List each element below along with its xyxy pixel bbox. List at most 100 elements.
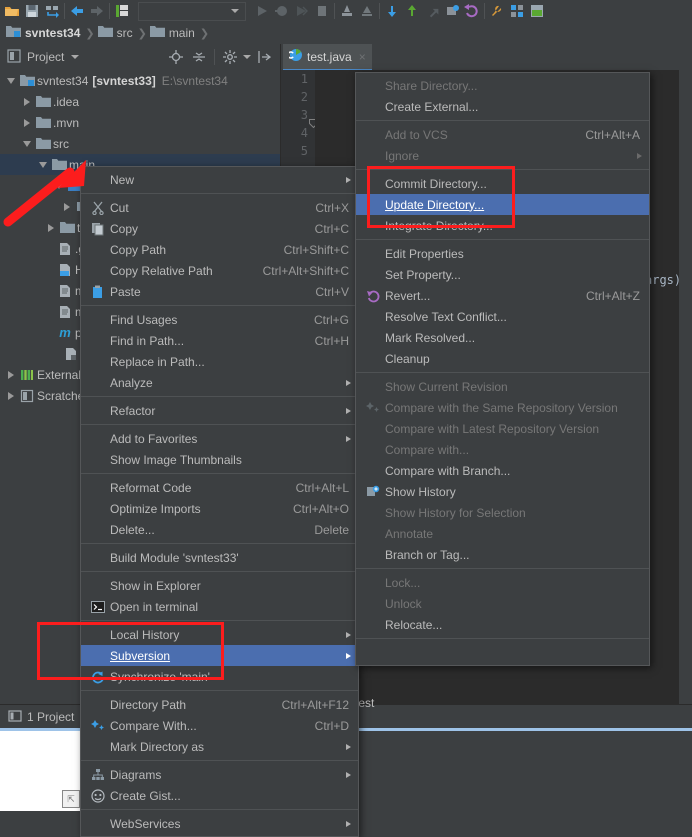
menu-icon-placeholder xyxy=(89,353,107,371)
menu-label: Refactor xyxy=(110,403,156,418)
menu-label: Compare With... xyxy=(110,718,197,733)
menu-item-synchronize-main[interactable]: Synchronize 'main' xyxy=(81,666,358,687)
subversion-submenu[interactable]: Share Directory... Create External... Ad… xyxy=(355,72,650,666)
submenu-item-relocate[interactable]: Relocate... xyxy=(356,614,649,635)
sync-icon[interactable] xyxy=(42,1,62,21)
menu-label: Add to Favorites xyxy=(110,431,198,446)
submenu-item-integrate-directory[interactable]: Integrate Directory... xyxy=(356,215,649,236)
vcs-revert-icon[interactable] xyxy=(462,1,482,21)
menu-item-cut[interactable]: Cut Ctrl+X xyxy=(81,197,358,218)
menu-item-reformat-code[interactable]: Reformat Code Ctrl+Alt+L xyxy=(81,477,358,498)
vcs-commit-icon[interactable] xyxy=(402,1,422,21)
tree-twisty-closed-icon[interactable] xyxy=(4,364,18,385)
submenu-item-browse-changes[interactable] xyxy=(356,642,649,663)
settings-gear-icon[interactable] xyxy=(220,47,240,67)
menu-item-new[interactable]: New xyxy=(81,169,358,190)
breadcrumb-item-project[interactable]: svntest34 xyxy=(6,22,84,44)
tree-row-src[interactable]: src xyxy=(0,133,280,154)
menu-item-find-usages[interactable]: Find Usages Ctrl+G xyxy=(81,309,358,330)
editor-scrollbar[interactable] xyxy=(679,70,692,704)
menu-item-refactor[interactable]: Refactor xyxy=(81,400,358,421)
chevron-right-icon xyxy=(346,407,351,414)
folder-icon xyxy=(58,217,76,238)
submenu-item-branch-or-tag[interactable]: Branch or Tag... xyxy=(356,544,649,565)
back-arrow-icon[interactable] xyxy=(67,1,87,21)
menu-item-compare-with[interactable]: Compare With... Ctrl+D xyxy=(81,715,358,736)
menu-item-paste[interactable]: Paste Ctrl+V xyxy=(81,281,358,302)
menu-item-copy-relative-path[interactable]: Copy Relative Path Ctrl+Alt+Shift+C xyxy=(81,260,358,281)
vcs-update-icon[interactable] xyxy=(382,1,402,21)
show-history-icon xyxy=(364,483,382,501)
menu-item-analyze[interactable]: Analyze xyxy=(81,372,358,393)
tree-twisty-closed-icon[interactable] xyxy=(20,112,34,133)
chevron-down-icon[interactable] xyxy=(243,55,251,59)
breadcrumb-item-main[interactable]: main xyxy=(149,22,199,44)
tree-row-root[interactable]: svntest34 [svntest33] E:\svntest34 xyxy=(0,70,280,91)
hide-panel-icon[interactable] xyxy=(254,47,274,67)
run-configuration-combo[interactable] xyxy=(138,1,246,21)
menu-icon-placeholder xyxy=(364,525,382,543)
context-menu[interactable]: New Cut Ctrl+X Copy Ctrl+C Copy Path Ctrl+S… xyxy=(80,166,359,837)
resize-corner-button[interactable]: ⇱ xyxy=(62,790,80,808)
collapse-all-icon[interactable] xyxy=(189,47,209,67)
submenu-item-edit-properties[interactable]: Edit Properties xyxy=(356,243,649,264)
close-icon[interactable]: × xyxy=(359,51,366,63)
menu-item-show-image-thumbnails[interactable]: Show Image Thumbnails xyxy=(81,449,358,470)
menu-item-diagrams[interactable]: Diagrams xyxy=(81,764,358,785)
tree-row-idea[interactable]: .idea xyxy=(0,91,280,112)
menu-item-find-in-path[interactable]: Find in Path... Ctrl+H xyxy=(81,330,358,351)
tree-twisty-closed-icon[interactable] xyxy=(44,217,58,238)
menu-item-copy[interactable]: Copy Ctrl+C xyxy=(81,218,358,239)
menu-item-webservices[interactable]: WebServices xyxy=(81,813,358,834)
tree-twisty-open-icon[interactable] xyxy=(52,175,66,196)
menu-shortcut: Ctrl+Alt+L xyxy=(295,480,349,495)
tree-twisty-closed-icon[interactable] xyxy=(4,385,18,406)
submenu-item-revert[interactable]: Revert... Ctrl+Alt+Z xyxy=(356,285,649,306)
menu-icon-placeholder xyxy=(364,126,382,144)
settings-icon[interactable] xyxy=(487,1,507,21)
menu-item-open-in-terminal[interactable]: Open in terminal xyxy=(81,596,358,617)
submenu-item-cleanup[interactable]: Cleanup xyxy=(356,348,649,369)
submenu-item-set-property[interactable]: Set Property... xyxy=(356,264,649,285)
tree-twisty-closed-icon[interactable] xyxy=(20,91,34,112)
submenu-item-compare-with-branch[interactable]: Compare with Branch... xyxy=(356,460,649,481)
submenu-item-update-directory[interactable]: Update Directory... xyxy=(356,194,649,215)
submenu-item-unlock: Unlock xyxy=(356,593,649,614)
submenu-item-resolve-text-conflict[interactable]: Resolve Text Conflict... xyxy=(356,306,649,327)
menu-item-directory-path[interactable]: Directory Path Ctrl+Alt+F12 xyxy=(81,694,358,715)
submenu-item-create-external[interactable]: Create External... xyxy=(356,96,649,117)
menu-item-delete[interactable]: Delete... Delete xyxy=(81,519,358,540)
save-all-icon[interactable] xyxy=(22,1,42,21)
open-folder-icon[interactable] xyxy=(2,1,22,21)
submenu-item-commit-directory[interactable]: Commit Directory... xyxy=(356,173,649,194)
tree-row-mvn[interactable]: .mvn xyxy=(0,112,280,133)
tree-twisty-open-icon[interactable] xyxy=(20,133,34,154)
menu-item-subversion[interactable]: Subversion xyxy=(81,645,358,666)
tree-twisty-closed-icon[interactable] xyxy=(60,196,74,217)
menu-item-replace-in-path[interactable]: Replace in Path... xyxy=(81,351,358,372)
menu-item-local-history[interactable]: Local History xyxy=(81,624,358,645)
menu-item-optimize-imports[interactable]: Optimize Imports Ctrl+Alt+O xyxy=(81,498,358,519)
menu-item-copy-path[interactable]: Copy Path Ctrl+Shift+C xyxy=(81,239,358,260)
submenu-item-mark-resolved[interactable]: Mark Resolved... xyxy=(356,327,649,348)
menu-shortcut: Ctrl+Alt+Z xyxy=(585,288,640,303)
menu-item-create-gist[interactable]: Create Gist... xyxy=(81,785,358,806)
breadcrumb-item-src[interactable]: src xyxy=(97,22,137,44)
tree-twisty-open-icon[interactable] xyxy=(36,154,50,175)
menu-item-add-to-favorites[interactable]: Add to Favorites xyxy=(81,428,358,449)
menu-item-mark-directory-as[interactable]: Mark Directory as xyxy=(81,736,358,757)
editor-tab-test-java[interactable]: test.java × xyxy=(283,44,372,71)
tree-twisty-open-icon[interactable] xyxy=(4,70,18,91)
database-icon[interactable] xyxy=(527,1,547,21)
menu-separator xyxy=(356,169,649,170)
chevron-down-icon[interactable] xyxy=(71,55,80,59)
menu-item-show-in-explorer[interactable]: Show in Explorer xyxy=(81,575,358,596)
menu-icon-placeholder xyxy=(364,175,382,193)
status-project-item[interactable]: 1 Project xyxy=(8,709,74,726)
structure-icon[interactable] xyxy=(507,1,527,21)
submenu-item-show-history[interactable]: Show History xyxy=(356,481,649,502)
menu-item-build-module[interactable]: Build Module 'svntest33' xyxy=(81,547,358,568)
locate-icon[interactable] xyxy=(166,47,186,67)
compile-icon[interactable] xyxy=(112,1,132,21)
vcs-history-icon[interactable] xyxy=(442,1,462,21)
